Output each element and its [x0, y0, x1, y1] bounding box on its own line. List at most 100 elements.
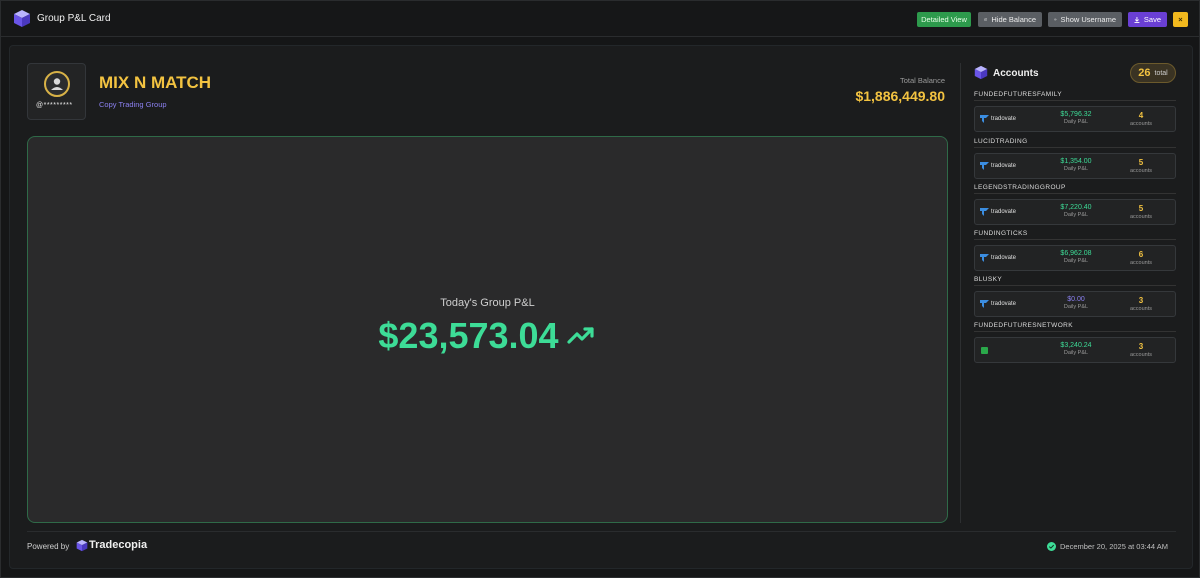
accounts-logo-icon [974, 65, 988, 80]
window-title: Group P&L Card [37, 13, 111, 24]
eye-off-icon [984, 18, 988, 21]
daily-pnl-value: $1,354.00 [1060, 158, 1092, 165]
daily-pnl-value: $3,240.24 [1060, 342, 1092, 349]
hide-balance-label: Hide Balance [991, 15, 1036, 24]
save-label: Save [1143, 15, 1161, 24]
tradecopia-brand-icon [76, 539, 88, 552]
timestamp: December 20, 2025 at 03:44 AM [1060, 542, 1168, 551]
accounts-title: Accounts [993, 68, 1039, 79]
account-count-value: 3 [1138, 296, 1144, 305]
tradovate-logo-icon [980, 208, 989, 216]
account-row[interactable]: tradovate $0.00 Daily P&L 3 accounts [974, 291, 1176, 317]
account-group: FUNDEDFUTURESNETWORK $3,240.24 Daily P&L… [974, 322, 1176, 363]
broker-logo: tradovate [980, 208, 1016, 216]
todays-pnl-value: $23,573.04 [378, 315, 559, 356]
todays-pnl-label: Today's Group P&L [440, 297, 535, 309]
account-group-name: LUCIDTRADING [974, 138, 1176, 148]
broker-name: tradovate [991, 209, 1017, 215]
trending-up-icon [566, 327, 594, 344]
account-group: LEGENDSTRADINGGROUP tradovate $7,220.40 … [974, 184, 1176, 225]
daily-pnl: $1,354.00 Daily P&L [1045, 158, 1107, 172]
account-count-label: accounts [1129, 121, 1152, 127]
hide-balance-button[interactable]: Hide Balance [978, 12, 1042, 27]
daily-pnl-label: Daily P&L [1063, 212, 1089, 218]
account-count-value: 5 [1138, 158, 1144, 167]
account-row[interactable]: tradovate $6,962.08 Daily P&L 6 accounts [974, 245, 1176, 271]
daily-pnl: $6,962.08 Daily P&L [1045, 250, 1107, 264]
total-balance-label: Total Balance [899, 76, 945, 85]
account-count-label: accounts [1129, 306, 1152, 312]
close-icon: × [1178, 15, 1183, 24]
account-count-label: accounts [1129, 260, 1152, 266]
download-icon [1134, 16, 1140, 23]
daily-pnl-label: Daily P&L [1063, 258, 1089, 264]
total-accounts-count: 26 [1138, 67, 1151, 79]
broker-logo: tradovate [980, 300, 1016, 308]
broker-logo: tradovate [980, 162, 1016, 170]
top-bar: Group P&L Card Detailed View Hide Balanc… [1, 1, 1199, 37]
tradovate-logo-icon [980, 162, 989, 170]
broker-name: tradovate [991, 116, 1017, 122]
account-group: FUNDEDFUTURESFAMILY tradovate $5,796.32 … [974, 91, 1176, 132]
broker-logo: tradovate [980, 254, 1016, 262]
account-count: 4 accounts [1123, 111, 1159, 127]
account-group-name: FUNDINGTICKS [974, 230, 1176, 240]
total-accounts-label: total [1154, 69, 1168, 77]
pnl-card-window: Group P&L Card Detailed View Hide Balanc… [0, 0, 1200, 578]
total-balance-value: $1,886,449.80 [855, 88, 945, 104]
tradovate-logo-icon [980, 115, 989, 123]
daily-pnl-value: $0.00 [1067, 296, 1085, 303]
broker-logo-icon [981, 347, 988, 354]
account-row[interactable]: tradovate $5,796.32 Daily P&L 4 accounts [974, 106, 1176, 132]
show-username-button[interactable]: Show Username [1048, 12, 1122, 27]
daily-pnl-value: $5,796.32 [1060, 111, 1092, 118]
account-group-name: FUNDEDFUTURESFAMILY [974, 91, 1176, 101]
account-count-value: 4 [1138, 111, 1144, 120]
daily-pnl-value: $6,962.08 [1060, 250, 1092, 257]
daily-pnl: $7,220.40 Daily P&L [1045, 204, 1107, 218]
account-group: FUNDINGTICKS tradovate $6,962.08 Daily P… [974, 230, 1176, 271]
account-row[interactable]: $3,240.24 Daily P&L 3 accounts [974, 337, 1176, 363]
account-count-value: 3 [1138, 342, 1144, 351]
account-count: 5 accounts [1123, 158, 1159, 174]
daily-pnl-label: Daily P&L [1063, 304, 1089, 310]
daily-pnl-label: Daily P&L [1063, 166, 1089, 172]
check-circle-icon [1047, 542, 1056, 551]
eye-icon [1054, 18, 1057, 21]
save-button[interactable]: Save [1128, 12, 1167, 27]
detailed-view-button[interactable]: Detailed View [917, 12, 971, 27]
account-group-name: LEGENDSTRADINGGROUP [974, 184, 1176, 194]
account-row[interactable]: tradovate $1,354.00 Daily P&L 5 accounts [974, 153, 1176, 179]
todays-pnl-panel: Today's Group P&L $23,573.04 [27, 136, 948, 523]
broker-logo: tradovate [980, 115, 1016, 123]
account-count-label: accounts [1129, 214, 1152, 220]
account-group-name: FUNDEDFUTURESNETWORK [974, 322, 1176, 332]
broker-name: tradovate [991, 255, 1017, 261]
avatar [44, 71, 70, 97]
daily-pnl-label: Daily P&L [1063, 119, 1089, 125]
vertical-divider [960, 63, 961, 523]
footer-divider [27, 531, 1176, 532]
show-username-label: Show Username [1060, 15, 1116, 24]
user-box: @********* [27, 63, 86, 120]
daily-pnl-label: Daily P&L [1063, 350, 1089, 356]
powered-by-label: Powered by [27, 542, 70, 551]
account-count-label: accounts [1129, 352, 1152, 358]
tradecopia-logo-icon [14, 10, 30, 27]
broker-name: tradovate [991, 163, 1017, 169]
close-button[interactable]: × [1173, 12, 1188, 27]
brand-name: Tradecopia [89, 539, 148, 551]
account-count: 3 accounts [1123, 342, 1159, 358]
detailed-view-label: Detailed View [921, 15, 967, 24]
tradovate-logo-icon [980, 254, 989, 262]
group-name: MIX N MATCH [99, 73, 212, 92]
daily-pnl: $5,796.32 Daily P&L [1045, 111, 1107, 125]
account-count: 3 accounts [1123, 296, 1159, 312]
account-count-value: 5 [1138, 204, 1144, 213]
group-subtitle: Copy Trading Group [99, 100, 167, 109]
account-count: 6 accounts [1123, 250, 1159, 266]
username: @********* [36, 102, 73, 109]
account-row[interactable]: tradovate $7,220.40 Daily P&L 5 accounts [974, 199, 1176, 225]
broker-name: tradovate [991, 301, 1017, 307]
user-icon [51, 78, 63, 90]
